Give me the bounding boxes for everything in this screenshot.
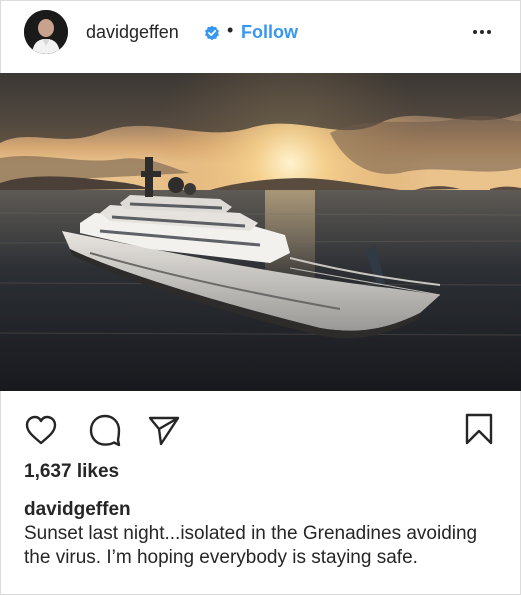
caption-text: Sunset last night...isolated in the Gren…: [24, 523, 478, 568]
separator-dot: •: [227, 20, 234, 40]
post-image[interactable]: [0, 73, 521, 391]
post-username[interactable]: davidgeffen: [86, 22, 179, 43]
post-header: davidgeffen • Follow: [0, 0, 521, 72]
follow-button[interactable]: Follow: [241, 22, 298, 43]
heart-icon[interactable]: [24, 414, 58, 446]
bookmark-icon[interactable]: [464, 412, 494, 446]
verified-badge-icon: [205, 25, 219, 41]
caption-username[interactable]: davidgeffen: [24, 499, 131, 521]
avatar[interactable]: [24, 10, 68, 54]
more-options-icon[interactable]: [470, 24, 494, 40]
share-icon[interactable]: [147, 414, 181, 446]
comment-icon[interactable]: [88, 413, 122, 447]
likes-count[interactable]: 1,637 likes: [24, 461, 119, 483]
